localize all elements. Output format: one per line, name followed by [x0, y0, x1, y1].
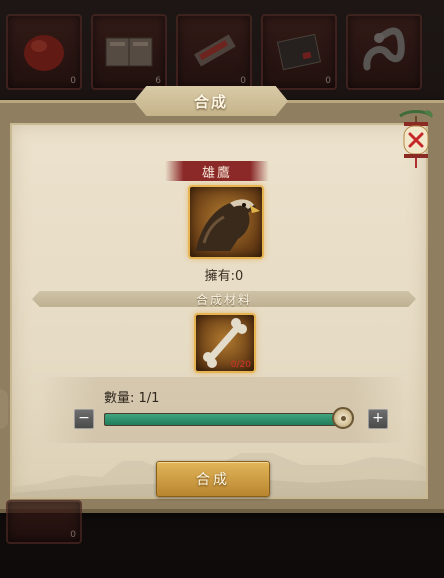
materials-header-label: 合成材料: [195, 292, 252, 307]
slot-count: 0: [325, 76, 331, 86]
slot-manual[interactable]: 0: [261, 14, 337, 90]
manual-icon: [276, 33, 322, 71]
scroll-icon: [194, 34, 236, 67]
quantity-slider[interactable]: [104, 407, 354, 429]
decrease-quantity-button[interactable]: −: [74, 409, 94, 429]
dialog-title: 合成: [193, 92, 228, 111]
slot-count: 6: [155, 76, 161, 86]
materials-header: 合成材料: [32, 291, 416, 307]
helmet-icon: [24, 35, 64, 71]
target-item-slot[interactable]: [188, 185, 264, 259]
eagle-icon: [196, 199, 260, 251]
material-item-slot[interactable]: 0/20: [194, 313, 256, 373]
slot-count: 0: [70, 530, 76, 540]
game-screen: 0 6 0 0 雄鷹 擁有:0 合成材料 0/20 數量: 1/1 − + 合成…: [0, 0, 444, 578]
craft-button-label: 合成: [196, 472, 230, 488]
target-name: 雄鷹: [201, 165, 232, 181]
quantity-panel: 數量: 1/1 − +: [42, 377, 406, 443]
slot-helmet[interactable]: 0: [6, 14, 82, 90]
slot-count: 0: [70, 76, 76, 86]
quantity-slider-fill: [105, 414, 343, 425]
side-handle[interactable]: [0, 389, 8, 429]
dialog-paper: 雄鷹 擁有:0 合成材料 0/20 數量: 1/1 − + 合成: [10, 123, 428, 499]
craft-dialog: 雄鷹 擁有:0 合成材料 0/20 數量: 1/1 − + 合成 合成: [0, 86, 444, 513]
increase-quantity-button[interactable]: +: [368, 409, 388, 429]
slot-book[interactable]: 6: [91, 14, 167, 90]
material-count: 0/20: [230, 360, 251, 370]
quantity-label: 數量: 1/1: [104, 391, 160, 406]
slot-bottom[interactable]: 0: [6, 500, 82, 544]
serpent-icon: [363, 27, 405, 71]
book-icon: [105, 37, 153, 67]
lantern-close-icon[interactable]: [398, 110, 434, 170]
craft-button[interactable]: 合成: [156, 461, 270, 497]
dialog-frame: 雄鷹 擁有:0 合成材料 0/20 數量: 1/1 − + 合成: [0, 100, 444, 513]
owned-count: 擁有:0: [204, 269, 244, 284]
target-name-banner: 雄鷹: [165, 161, 269, 181]
dialog-title-tab: 合成: [134, 86, 288, 116]
slot-scroll[interactable]: 0: [176, 14, 252, 90]
quantity-slider-knob[interactable]: [332, 407, 354, 429]
slot-serpent[interactable]: [346, 14, 422, 90]
slot-count: 0: [240, 76, 246, 86]
